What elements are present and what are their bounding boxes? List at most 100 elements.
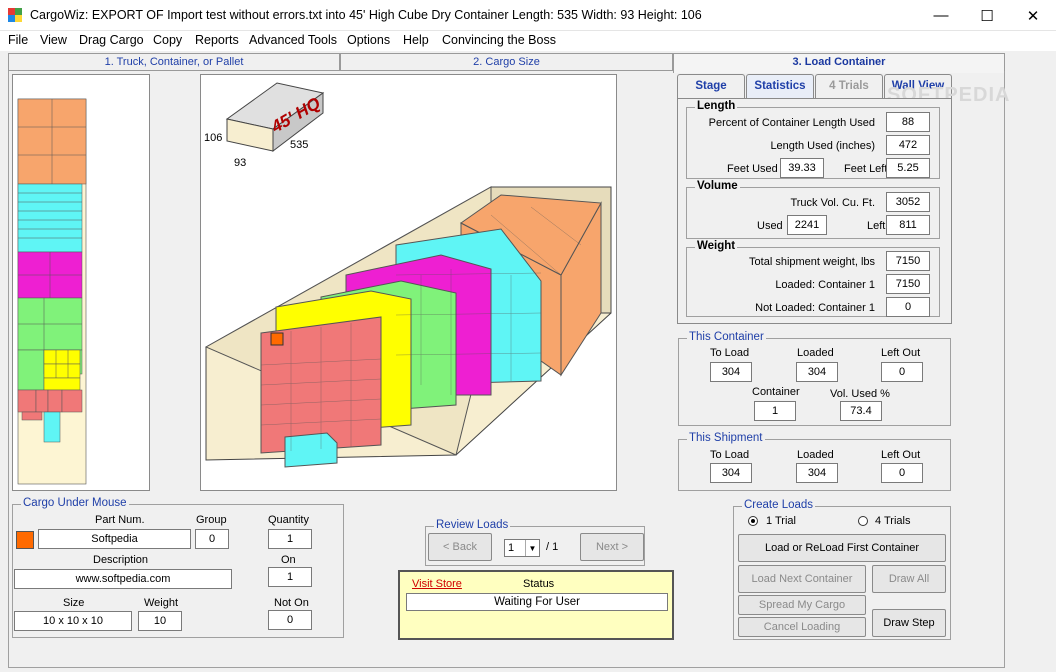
container-length-label: 535	[290, 139, 308, 151]
tab-truck-container[interactable]: 1. Truck, Container, or Pallet	[8, 53, 340, 71]
length-used-field: 472	[886, 135, 930, 155]
overhead-loading-diagram	[17, 98, 87, 485]
tab-cargo-size[interactable]: 2. Cargo Size	[340, 53, 673, 71]
pct-length-field: 88	[886, 112, 930, 132]
on-label: On	[281, 554, 296, 566]
group-label: Group	[196, 514, 227, 526]
statistics-panel: Length Percent of Container Length Used …	[677, 98, 952, 324]
not-on-label: Not On	[274, 597, 309, 609]
group-field: 0	[195, 529, 229, 549]
radio-4-trials[interactable]	[858, 516, 868, 526]
back-button[interactable]: < Back	[428, 533, 492, 561]
menu-drag-cargo[interactable]: Drag Cargo	[79, 33, 144, 47]
radio-4-trials-label: 4 Trials	[875, 515, 911, 527]
tc-vol-used-field: 73.4	[840, 401, 882, 421]
quantity-field: 1	[268, 529, 312, 549]
vol-left-label: Left	[867, 220, 886, 232]
status-text: Waiting For User	[406, 593, 668, 611]
cargo-under-mouse-group: Cargo Under Mouse Part Num. Softpedia Gr…	[12, 497, 344, 638]
create-loads-group: Create Loads 1 Trial 4 Trials Load or Re…	[733, 499, 951, 640]
tc-container-field: 1	[754, 401, 796, 421]
description-label: Description	[93, 554, 149, 566]
part-num-label: Part Num.	[95, 514, 145, 526]
vol-left-field: 811	[886, 215, 930, 235]
volume-title: Volume	[695, 180, 740, 192]
subtab-4-trials[interactable]: 4 Trials	[815, 74, 883, 98]
ts-loaded-field: 304	[796, 463, 838, 483]
part-num-field: Softpedia	[38, 529, 191, 549]
this-container-group: This Container To Load 304 Loaded 304 Le…	[678, 331, 951, 426]
radio-selected-dot	[751, 519, 755, 523]
cargo-under-mouse-title: Cargo Under Mouse	[21, 497, 129, 509]
review-loads-title: Review Loads	[434, 519, 511, 531]
load-total-label: / 1	[546, 541, 559, 553]
tc-to-load-field: 304	[710, 362, 752, 382]
close-icon[interactable]: ✕	[1010, 0, 1056, 31]
weight-title: Weight	[695, 240, 738, 252]
menu-reports[interactable]: Reports	[195, 33, 239, 47]
ts-to-load-label: To Load	[710, 449, 750, 461]
load-select[interactable]: 1 ▼	[504, 539, 540, 557]
this-container-title: This Container	[687, 331, 766, 343]
feet-left-label: Feet Left	[844, 163, 888, 175]
tc-vol-used-label: Vol. Used %	[830, 388, 890, 400]
weight-label: Weight	[144, 597, 179, 609]
cancel-loading-button[interactable]: Cancel Loading	[738, 617, 866, 637]
this-shipment-title: This Shipment	[687, 432, 765, 444]
tab-load-container[interactable]: 3. Load Container	[673, 53, 1005, 73]
menu-options[interactable]: Options	[347, 33, 390, 47]
chevron-down-icon[interactable]: ▼	[525, 540, 539, 556]
subtab-statistics[interactable]: Statistics	[746, 74, 814, 98]
pct-length-label: Percent of Container Length Used	[708, 117, 875, 129]
cargo-color-swatch	[16, 531, 34, 549]
draw-all-button[interactable]: Draw All	[872, 565, 946, 593]
weight-field: 10	[138, 611, 182, 631]
menu-help[interactable]: Help	[403, 33, 429, 47]
spread-cargo-button[interactable]: Spread My Cargo	[738, 595, 866, 615]
loaded-weight-label: Loaded: Container 1	[775, 279, 875, 291]
draw-step-button[interactable]: Draw Step	[872, 609, 946, 637]
menu-view[interactable]: View	[40, 33, 67, 47]
menu-advanced-tools[interactable]: Advanced Tools	[249, 33, 337, 47]
menu-copy[interactable]: Copy	[153, 33, 182, 47]
container-3d-view[interactable]: 45' HQ 106 93 535	[200, 74, 617, 491]
loaded-weight-field: 7150	[886, 274, 930, 294]
radio-1-trial[interactable]	[748, 516, 758, 526]
container-height-label: 106	[204, 132, 222, 144]
tc-loaded-field: 304	[796, 362, 838, 382]
feet-used-label: Feet Used	[727, 163, 778, 175]
overhead-view[interactable]	[12, 74, 150, 491]
create-loads-title: Create Loads	[742, 499, 816, 511]
tc-left-out-label: Left Out	[881, 347, 921, 359]
container-loading-diagram: 45' HQ 106 93 535	[204, 82, 612, 468]
vol-used-label: Used	[757, 220, 783, 232]
size-field: 10 x 10 x 10	[14, 611, 132, 631]
length-group: Length Percent of Container Length Used …	[686, 100, 940, 179]
maximize-icon[interactable]: ☐	[964, 0, 1010, 31]
minimize-icon[interactable]: —	[918, 0, 964, 31]
radio-1-trial-label: 1 Trial	[766, 515, 796, 527]
status-box: Visit Store Status Waiting For User	[398, 570, 674, 640]
total-weight-label: Total shipment weight, lbs	[749, 256, 875, 268]
review-loads-group: Review Loads < Back 1 ▼ / 1 Next >	[425, 519, 645, 566]
next-button[interactable]: Next >	[580, 533, 644, 561]
truck-vol-field: 3052	[886, 192, 930, 212]
truck-vol-label: Truck Vol. Cu. Ft.	[790, 197, 875, 209]
quantity-label: Quantity	[268, 514, 309, 526]
subtab-stage[interactable]: Stage	[677, 74, 745, 98]
length-used-label: Length Used (inches)	[770, 140, 875, 152]
size-label: Size	[63, 597, 85, 609]
menu-convincing-the-boss[interactable]: Convincing the Boss	[442, 33, 556, 47]
load-select-value: 1	[508, 542, 515, 554]
ts-left-out-field: 0	[881, 463, 923, 483]
menu-bar: File View Drag Cargo Copy Reports Advanc…	[0, 31, 1056, 51]
total-weight-field: 7150	[886, 251, 930, 271]
tc-to-load-label: To Load	[710, 347, 750, 359]
load-next-container-button[interactable]: Load Next Container	[738, 565, 866, 593]
menu-file[interactable]: File	[8, 33, 28, 47]
tc-loaded-label: Loaded	[797, 347, 834, 359]
visit-store-link[interactable]: Visit Store	[412, 578, 462, 590]
weight-group: Weight Total shipment weight, lbs 7150 L…	[686, 240, 940, 317]
on-field: 1	[268, 567, 312, 587]
load-first-container-button[interactable]: Load or ReLoad First Container	[738, 534, 946, 562]
